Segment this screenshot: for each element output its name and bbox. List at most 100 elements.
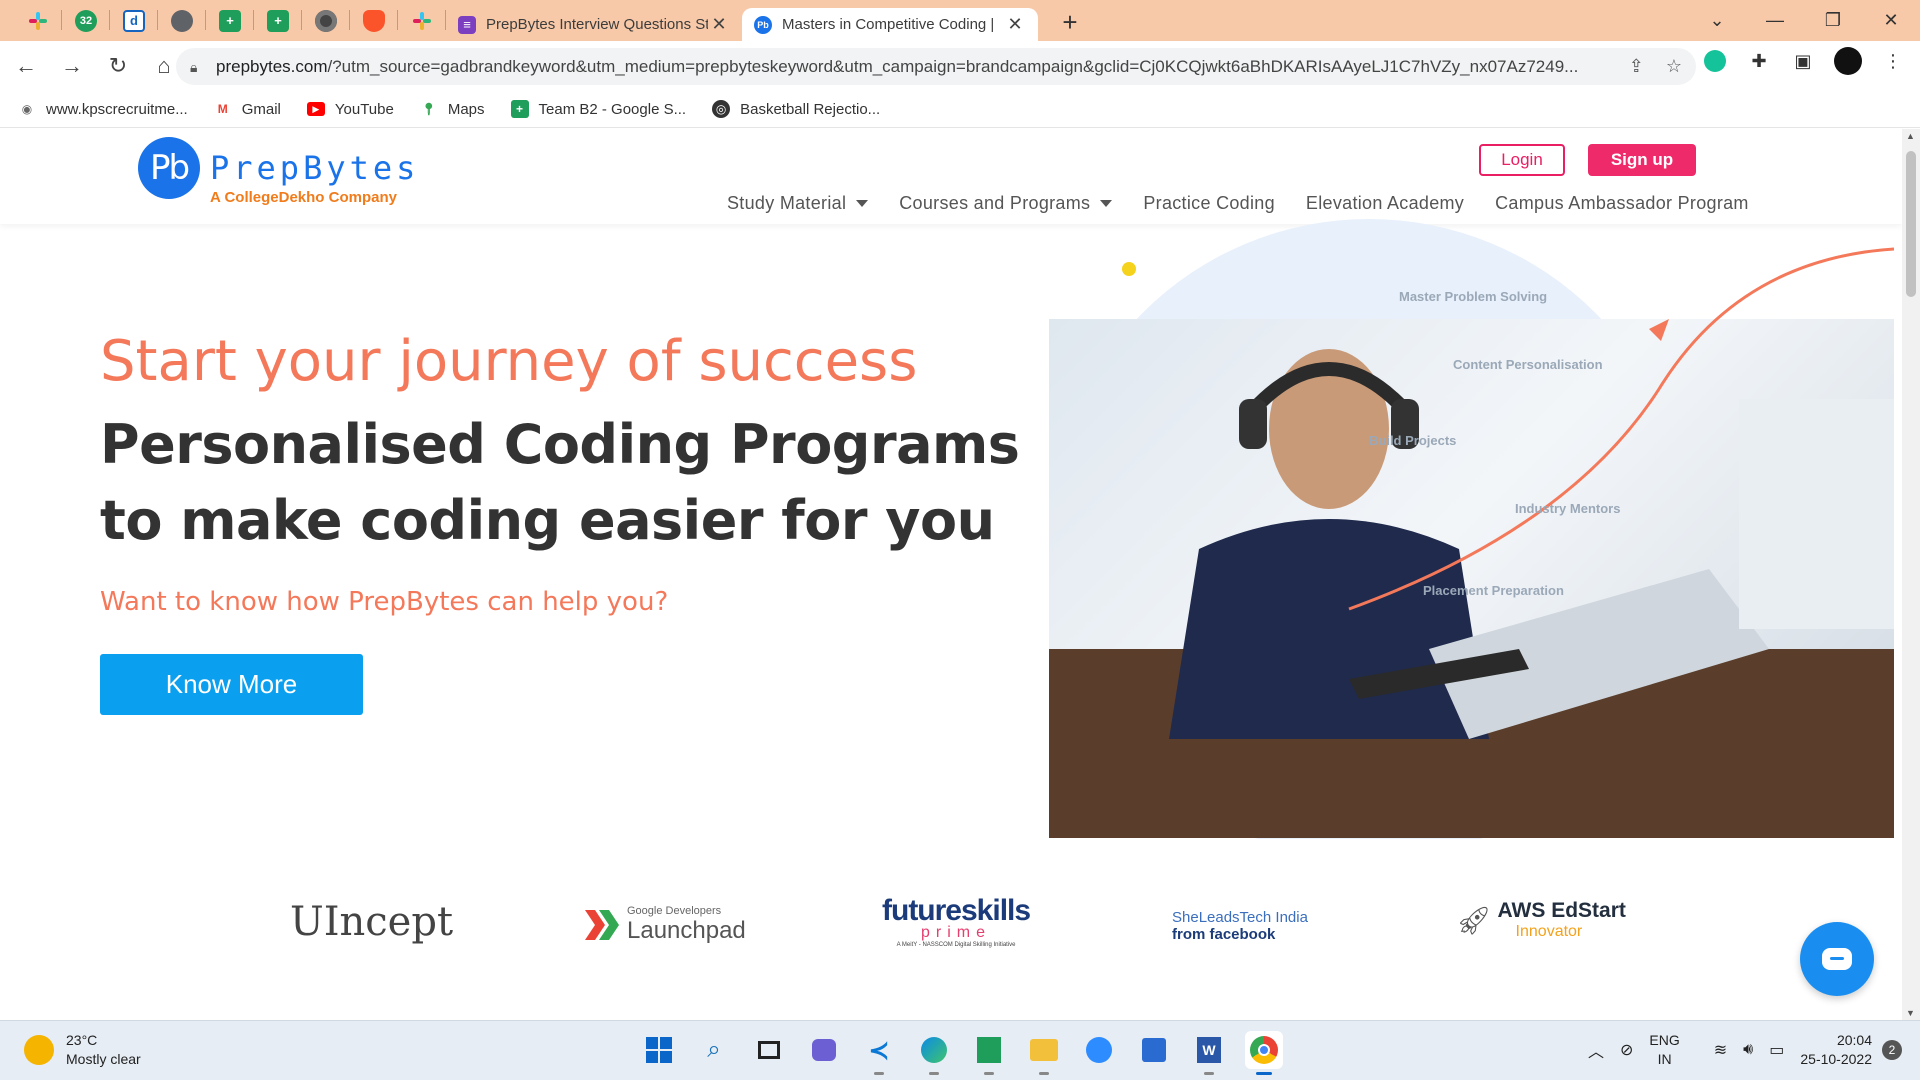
address-bar[interactable]: 🔒︎ prepbytes.com/?utm_source=gadbrandkey…: [176, 48, 1696, 85]
back-icon[interactable]: ←: [6, 46, 46, 86]
file-explorer-button[interactable]: [1025, 1031, 1063, 1075]
prepbytes-logo[interactable]: Pb PrepBytes A CollegeDekho Company: [138, 137, 419, 206]
bookmark-basketball[interactable]: ◎ Basketball Rejectio...: [712, 100, 880, 118]
chat-button[interactable]: [1800, 922, 1874, 996]
hero-title: Personalised Coding Programs to make cod…: [100, 413, 1020, 552]
chrome-icon: [315, 9, 337, 32]
word-button[interactable]: W: [1190, 1031, 1228, 1075]
close-window-icon[interactable]: ✕: [1862, 0, 1920, 41]
bookmarks-bar: ◉ www.kpscrecruitme... M Gmail ▶ YouTube 📍︎…: [0, 91, 1920, 128]
pinned-tab-brave[interactable]: [350, 0, 398, 41]
nav-practice-coding[interactable]: Practice Coding: [1143, 193, 1275, 214]
sheets-icon: +: [267, 9, 289, 32]
task-view-button[interactable]: [750, 1031, 788, 1069]
maps-icon: 📍︎: [421, 102, 437, 116]
teams-chat-button[interactable]: [805, 1031, 843, 1069]
logo-subtitle: A CollegeDekho Company: [210, 189, 397, 206]
window-controls: ⌄ — ❐ ✕: [1688, 0, 1920, 41]
tab-masters-coding[interactable]: Pb Masters in Competitive Coding | ✕: [742, 8, 1038, 41]
scrollbar-thumb[interactable]: [1906, 151, 1916, 297]
tab-prepbytes-questions[interactable]: ≡ PrepBytes Interview Questions St ✕: [446, 8, 742, 41]
chrome-button[interactable]: [1245, 1031, 1283, 1075]
vscode-icon: ≺: [868, 1034, 890, 1065]
zoom-button[interactable]: [1080, 1031, 1118, 1069]
close-icon[interactable]: ✕: [1004, 14, 1026, 35]
vscode-button[interactable]: ≺: [860, 1031, 898, 1075]
bookmark-maps[interactable]: 📍︎ Maps: [420, 100, 484, 118]
partner-logos: UIncept Google Developers Launchpad futu…: [0, 894, 1902, 1009]
brave-icon: [363, 9, 385, 32]
pinned-tab-d[interactable]: d: [110, 0, 158, 41]
site-nav: Study Material Courses and Programs Prac…: [727, 193, 1780, 214]
lock-icon: 🔒︎: [190, 58, 198, 75]
kpsc-icon: ◉: [21, 102, 33, 116]
pinned-tab-sheets-1[interactable]: +: [206, 0, 254, 41]
scroll-down-icon[interactable]: ▼: [1906, 1008, 1915, 1018]
bookmark-star-icon[interactable]: ☆: [1666, 56, 1682, 77]
pinned-tab-slack[interactable]: [14, 0, 62, 41]
tab-search-icon[interactable]: ⌄: [1688, 0, 1746, 41]
new-tab-button[interactable]: +: [1052, 5, 1088, 41]
tab-title: Masters in Competitive Coding |: [782, 16, 995, 33]
art-label: Industry Mentors: [1515, 501, 1621, 516]
sheets-app-button[interactable]: [970, 1031, 1008, 1075]
caret-down-icon: [1100, 200, 1113, 207]
restore-icon[interactable]: ❐: [1804, 0, 1862, 41]
bookmark-team-b2[interactable]: + Team B2 - Google S...: [510, 100, 686, 118]
store-button[interactable]: [1135, 1031, 1173, 1069]
volume-icon[interactable]: 🔊︎: [1743, 1041, 1753, 1059]
chevron-up-icon[interactable]: ︿: [1588, 1038, 1604, 1062]
extensions-puzzle-icon[interactable]: ✚: [1746, 48, 1772, 74]
language-indicator[interactable]: ENG IN: [1649, 1031, 1679, 1069]
windows-taskbar: 23°C Mostly clear ⌕ ≺ W ︿ ⊘ ENG IN ≋ 🔊︎ …: [0, 1020, 1920, 1080]
wifi-icon[interactable]: ≋: [1714, 1040, 1727, 1060]
bookmark-youtube[interactable]: ▶ YouTube: [306, 101, 394, 118]
nav-courses-programs[interactable]: Courses and Programs: [899, 193, 1113, 214]
tab-strip: 32 d + + ≡ PrepBytes Interview Questions…: [0, 0, 1920, 41]
login-button[interactable]: Login: [1479, 144, 1565, 176]
d-app-icon: d: [123, 9, 145, 32]
bookmark-kpsc[interactable]: ◉ www.kpscrecruitme...: [18, 100, 188, 118]
hero-tagline: Start your journey of success: [100, 329, 918, 394]
page-scrollbar[interactable]: ▲ ▼: [1902, 129, 1920, 1020]
weather-widget[interactable]: 23°C Mostly clear: [24, 1031, 141, 1069]
chrome-icon: [1250, 1036, 1278, 1064]
pinned-tab-chrome[interactable]: [302, 0, 350, 41]
form-icon: ≡: [458, 15, 476, 34]
battery-icon[interactable]: ▭: [1769, 1040, 1784, 1060]
signup-button[interactable]: Sign up: [1588, 144, 1696, 176]
network-off-icon[interactable]: ⊘: [1620, 1040, 1633, 1060]
logo-name: PrepBytes: [210, 149, 420, 187]
clock[interactable]: 20:04 25-10-2022: [1800, 1031, 1872, 1069]
pinned-tab-badge[interactable]: 32: [62, 0, 110, 41]
scroll-up-icon[interactable]: ▲: [1906, 131, 1915, 141]
nav-elevation-academy[interactable]: Elevation Academy: [1306, 193, 1464, 214]
pinned-tab-slack-2[interactable]: [398, 0, 446, 41]
pinned-tab-globe[interactable]: [158, 0, 206, 41]
youtube-icon: ▶: [306, 102, 325, 116]
side-panel-icon[interactable]: ▣: [1790, 48, 1816, 74]
minimize-icon[interactable]: —: [1746, 0, 1804, 41]
art-label: Build Projects: [1369, 433, 1457, 448]
share-icon[interactable]: ⇪: [1629, 56, 1644, 77]
search-button[interactable]: ⌕: [695, 1031, 733, 1069]
search-icon: ⌕: [707, 1036, 721, 1063]
notification-badge[interactable]: 2: [1882, 1040, 1902, 1060]
pinned-tab-sheets-2[interactable]: +: [254, 0, 302, 41]
grammarly-icon[interactable]: [1702, 48, 1728, 74]
url-text[interactable]: prepbytes.com/?utm_source=gadbrandkeywor…: [216, 57, 1596, 77]
forward-icon[interactable]: →: [52, 46, 92, 86]
globe-icon: ◎: [712, 100, 731, 118]
nav-study-material[interactable]: Study Material: [727, 193, 869, 214]
bookmark-gmail[interactable]: M Gmail: [214, 100, 281, 118]
chat-icon: [1822, 948, 1852, 970]
store-icon: [1142, 1038, 1166, 1062]
know-more-button[interactable]: Know More: [100, 654, 363, 715]
close-icon[interactable]: ✕: [708, 14, 730, 35]
nav-campus-ambassador[interactable]: Campus Ambassador Program: [1495, 193, 1749, 214]
reload-icon[interactable]: ↻: [98, 46, 138, 86]
start-button[interactable]: [640, 1031, 678, 1069]
profile-avatar[interactable]: [1834, 47, 1862, 75]
edge-button[interactable]: [915, 1031, 953, 1075]
menu-kebab-icon[interactable]: ⋮: [1880, 48, 1906, 74]
